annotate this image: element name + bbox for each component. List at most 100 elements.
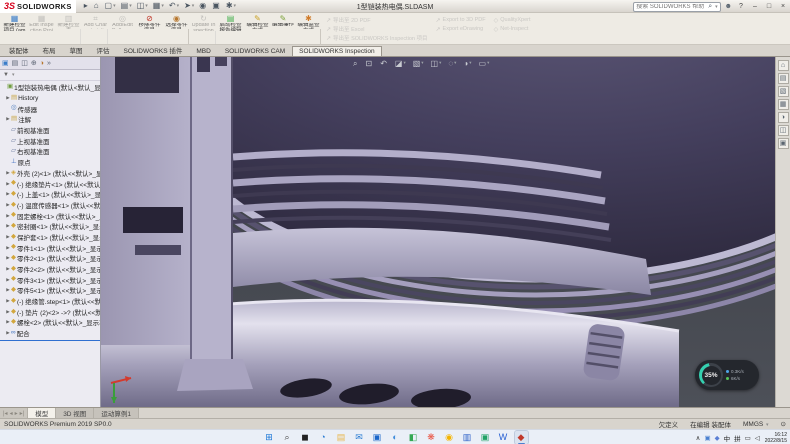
next-tab-button[interactable]: ▸: [15, 410, 18, 417]
tree-item[interactable]: ⊥ 原点: [1, 157, 100, 168]
view-orientation-icon[interactable]: ▧▾: [413, 60, 424, 68]
help-search-box[interactable]: ⌕ ▾: [633, 2, 720, 12]
document-tab[interactable]: 3D 视图: [56, 408, 94, 418]
tree-item[interactable]: ▶ ◆ 零件1<1> (默认<<默认>_显示状态: [1, 242, 100, 253]
edge-icon[interactable]: ◔: [317, 431, 330, 444]
tree-item[interactable]: ▶ ◆ (-) 垫片 (2)<2> ->? (默认<<默认: [1, 306, 100, 317]
print-icon[interactable]: ▦▾: [153, 2, 164, 10]
commandmanager-tab[interactable]: 装配体: [2, 43, 36, 56]
tree-item[interactable]: ▶ ◆ 螺栓<2> (默认<<默认>_显示状态: [1, 317, 100, 328]
store-icon[interactable]: ▣: [371, 431, 384, 444]
last-tab-button[interactable]: ▸|: [20, 410, 25, 417]
export-sw-inspection-button[interactable]: ↗ 导出至 SOLIDWORKS Inspection 项目: [326, 34, 427, 42]
security-shield-icon[interactable]: ◆: [715, 434, 720, 442]
section-view-icon[interactable]: ◪▾: [395, 60, 406, 68]
units-selector[interactable]: MMGS ▾: [743, 421, 769, 428]
edit-operation-button[interactable]: ✎ 编辑操作: [271, 13, 295, 44]
copilot-icon[interactable]: ◐: [389, 431, 402, 444]
document-tab[interactable]: 模型: [28, 408, 56, 418]
ime-language[interactable]: 中: [724, 433, 731, 443]
zoom-area-icon[interactable]: ⊡: [365, 60, 373, 68]
edit-inspection-project-button[interactable]: ▦ Edit Inspection Project: [28, 13, 55, 44]
word-icon[interactable]: W: [497, 431, 510, 444]
open-icon[interactable]: ▤▾: [121, 2, 132, 10]
launch-report-editor-button[interactable]: ▤ 启动检查报告编辑器: [217, 13, 244, 44]
prev-tab-button[interactable]: ◂: [10, 410, 13, 417]
panel-tab-overflow[interactable]: »: [47, 60, 51, 67]
performance-widget[interactable]: 35% 0.3K/s 6K/s: [695, 360, 759, 390]
new-inspection-project-button[interactable]: ▦ 新建检查项目 (amp;N): [1, 13, 28, 44]
previous-view-icon[interactable]: ↶: [380, 60, 388, 68]
commandmanager-tab[interactable]: SOLIDWORKS Inspection: [292, 46, 382, 56]
tree-item[interactable]: ▶ ◆ 零件5<1> (默认<<默认>_显示状态: [1, 285, 100, 296]
pinned-app-black[interactable]: ◼: [299, 431, 312, 444]
new-document-icon[interactable]: ▢▾: [105, 2, 116, 10]
export-edrawing-button[interactable]: ↗ Export eDrawing: [436, 25, 486, 33]
view-settings-icon[interactable]: ▭▾: [479, 60, 490, 68]
hidden-icons-chevron[interactable]: ∧: [696, 434, 701, 442]
commandmanager-tab[interactable]: 评估: [90, 43, 117, 56]
search-caret-icon[interactable]: ▾: [715, 4, 718, 10]
tree-item[interactable]: ▶ ▤ History: [1, 93, 100, 104]
cast-icon[interactable]: ▭: [745, 434, 751, 442]
tree-item[interactable]: ▶ ◆ 密封圈<1> (默认<<默认>_显示状: [1, 221, 100, 232]
chrome-icon[interactable]: ◉: [443, 431, 456, 444]
tree-item[interactable]: ▶ ◆ 保护套<1> (默认<<默认>_显示状: [1, 232, 100, 243]
notes-app-icon[interactable]: ▥: [461, 431, 474, 444]
tag-icon[interactable]: ⊙: [781, 420, 786, 428]
tree-item[interactable]: ▶ ◆ 固定螺栓<1> (默认<<默认>_显示: [1, 210, 100, 221]
file-explorer-icon[interactable]: ▧: [778, 86, 789, 97]
update-inspection-project-button[interactable]: ↻ Update Inspection Project: [190, 13, 217, 44]
volume-icon[interactable]: ◁: [755, 434, 760, 442]
tree-item[interactable]: ▶ ◈ 外壳 (2)<1> (默认<<默认>_显示状: [1, 168, 100, 179]
edit-appearance-icon[interactable]: ◑▾: [463, 60, 471, 68]
commandmanager-tab[interactable]: SOLIDWORKS CAM: [218, 46, 292, 56]
capcut-icon[interactable]: ◧: [407, 431, 420, 444]
search-button[interactable]: ⌕: [281, 431, 294, 444]
tree-item[interactable]: ▶ ▤ 注解: [1, 114, 100, 125]
net-inspect-button[interactable]: ◇ Net-Inspect: [494, 25, 531, 33]
displaymanager-tab[interactable]: ◑: [40, 60, 44, 67]
taskbar-clock[interactable]: 16:12 2022/8/15: [765, 432, 787, 444]
tree-item[interactable]: ▣ 1型铠装热电偶 (默认<默认_显示状态-1: [1, 82, 100, 93]
help-button[interactable]: ?: [736, 3, 746, 10]
zoom-fit-icon[interactable]: ⌕: [353, 60, 358, 68]
first-tab-button[interactable]: |◂: [3, 410, 8, 417]
filter-icon[interactable]: ▼: [3, 72, 9, 78]
appearances-scenes-icon[interactable]: ◑: [778, 112, 789, 123]
featuremanager-tree-tab[interactable]: ▣: [2, 59, 9, 67]
add-edit-balloons-button[interactable]: ◎ Add/Edit Balloons: [109, 13, 136, 44]
export-3d-pdf-button[interactable]: ↗ Export to 3D PDF: [436, 16, 486, 24]
undo-icon[interactable]: ↶▾: [169, 2, 179, 10]
filter-caret-icon[interactable]: ▾: [12, 72, 15, 78]
save-icon[interactable]: ◫▾: [137, 2, 148, 10]
restore-button[interactable]: □: [764, 3, 774, 10]
file-explorer-icon[interactable]: ▤: [335, 431, 348, 444]
excel-icon[interactable]: ▣: [479, 431, 492, 444]
export-2d-pdf-button[interactable]: ↗ 导出至 2D PDF: [326, 16, 427, 24]
photos-icon[interactable]: ❋: [425, 431, 438, 444]
commandmanager-tab[interactable]: SOLIDWORKS 插件: [117, 43, 190, 56]
solidworks-app-icon[interactable]: ◆: [515, 431, 528, 444]
tree-item[interactable]: ▶ ◆ 零件2<1> (默认<<默认>_显示状态: [1, 253, 100, 264]
close-button[interactable]: ×: [778, 3, 788, 10]
add-characteristic-button[interactable]: ⌗ Add Characteristic: [82, 13, 109, 44]
select-icon[interactable]: ➤▾: [184, 2, 194, 10]
mail-icon[interactable]: ✉: [353, 431, 366, 444]
file-properties-icon[interactable]: ▣: [212, 2, 221, 10]
tree-item[interactable]: ▱ 右视基准面: [1, 146, 100, 157]
start-button[interactable]: ⊞: [263, 431, 276, 444]
tree-item[interactable]: ▶ ◆ (-) 上盖<1> (默认<<默认>_显示: [1, 189, 100, 200]
flyout-arrow-icon[interactable]: ▸: [84, 2, 89, 10]
options-icon[interactable]: ✱▾: [226, 2, 236, 10]
commandmanager-tab[interactable]: MBD: [189, 46, 217, 56]
search-icon[interactable]: ⌕: [708, 3, 712, 10]
tree-item[interactable]: ▶ ◆ 零件2<2> (默认<<默认>_显示状态: [1, 264, 100, 275]
tree-item[interactable]: ▶ ◆ (-) 绝缘垫片<1> (默认<<默认>_显: [1, 178, 100, 189]
tree-item[interactable]: ▶ ◆ (-) 温度传感器<1> (默认<<默认>_: [1, 200, 100, 211]
onedrive-icon[interactable]: ▣: [704, 434, 710, 442]
minimize-button[interactable]: –: [750, 3, 760, 10]
commandmanager-tab[interactable]: 草图: [63, 43, 90, 56]
rebuild-icon[interactable]: ◉: [199, 2, 207, 10]
tree-item[interactable]: ▱ 前视基准面: [1, 125, 100, 136]
